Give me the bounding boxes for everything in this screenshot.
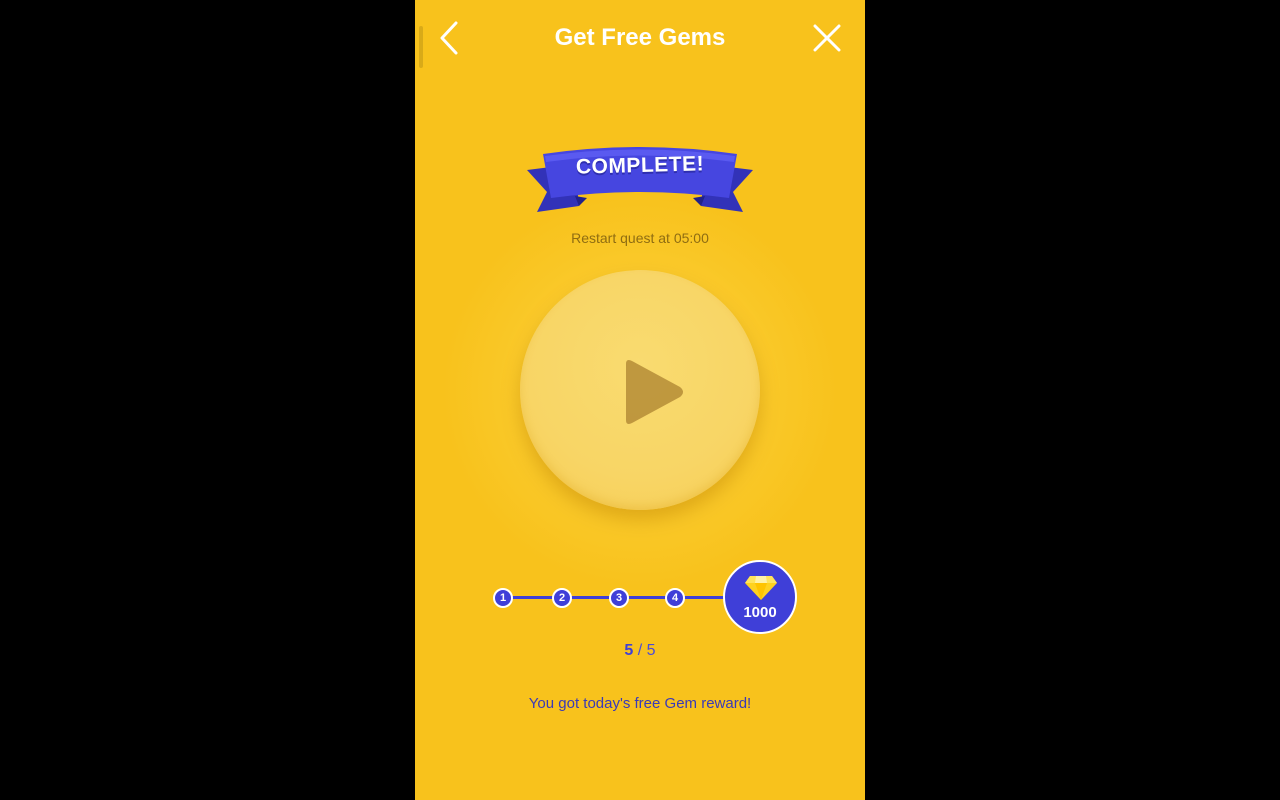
close-icon <box>813 24 841 52</box>
top-bar: Get Free Gems <box>415 0 865 76</box>
step-3: 3 <box>609 588 629 608</box>
play-video-button[interactable] <box>520 270 760 510</box>
progress-counter: 5 / 5 <box>415 641 865 661</box>
step-1: 1 <box>493 588 513 608</box>
restart-timer-text: Restart quest at 05:00 <box>571 230 709 246</box>
step-4: 4 <box>665 588 685 608</box>
progress-current: 5 <box>624 642 634 659</box>
complete-banner: COMPLETE! <box>523 140 757 228</box>
progress-total: 5 <box>646 642 656 659</box>
progress-separator: / <box>637 642 643 659</box>
reward-amount: 1000 <box>743 604 777 621</box>
app-screen: Get Free Gems COMPLETE! Restart quest at… <box>415 0 865 800</box>
reward-message: You got today's free Gem reward! <box>528 695 752 712</box>
gem-reward-badge: 1000 <box>723 560 797 634</box>
play-icon <box>626 360 683 424</box>
step-2: 2 <box>552 588 572 608</box>
gem-icon <box>745 576 777 600</box>
close-button[interactable] <box>807 18 847 58</box>
page-title: Get Free Gems <box>554 24 726 51</box>
quest-progress: 1 2 3 4 1000 <box>485 560 805 636</box>
